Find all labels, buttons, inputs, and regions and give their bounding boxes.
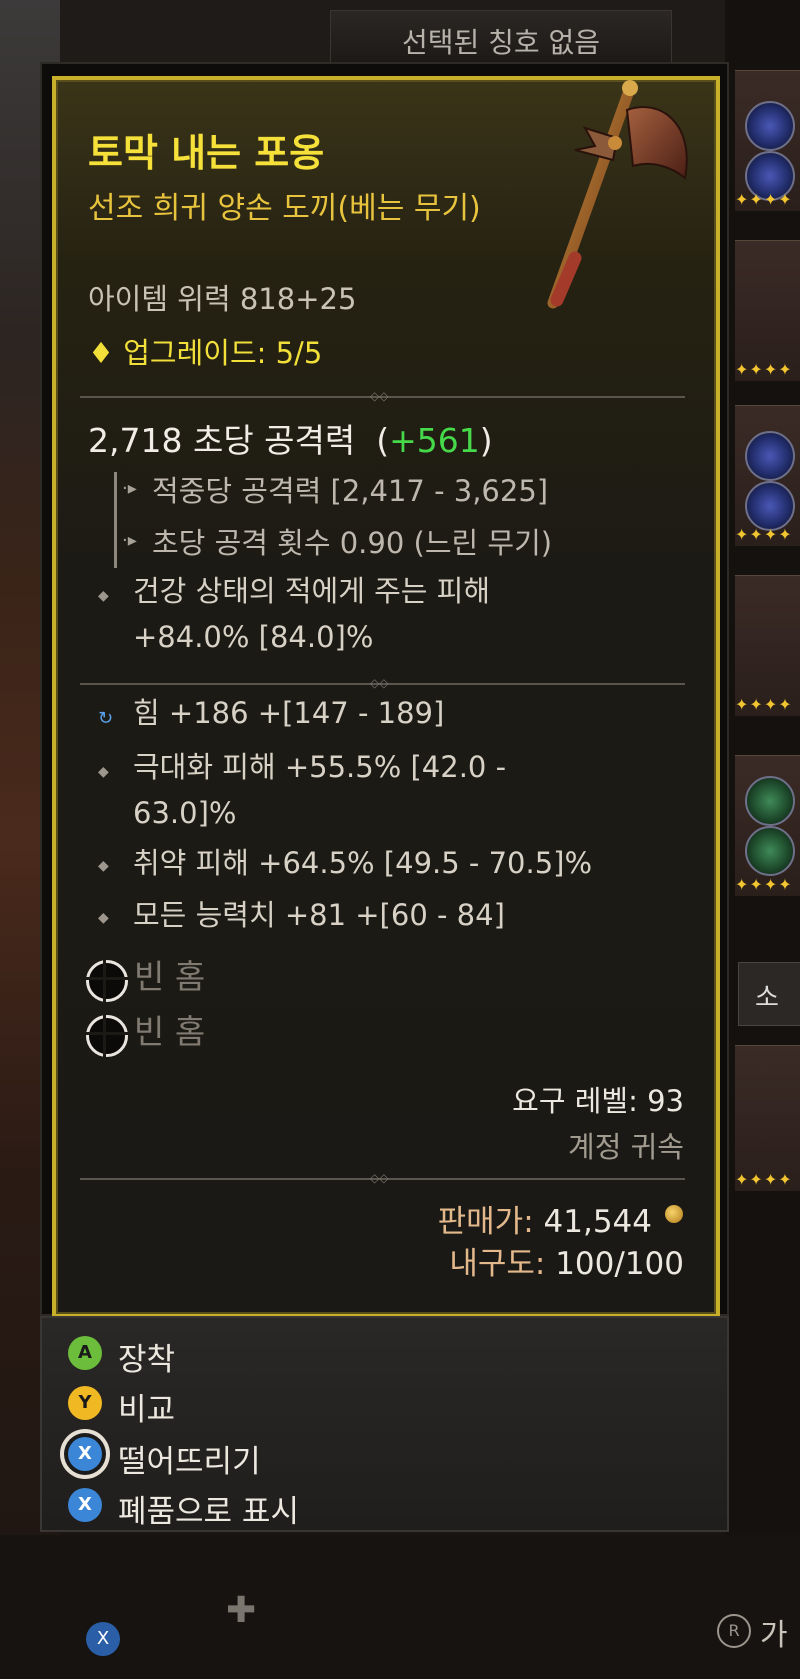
account-bound: 계정 귀속 xyxy=(568,1130,684,1164)
affix-3: 취약 피해 +64.5% [49.5 - 70.5]% xyxy=(133,846,593,880)
required-level: 요구 레벨: 93 xyxy=(512,1084,684,1118)
upgrade-diamond-icon: ♦ xyxy=(88,336,124,370)
socket-label: 빈 홈 xyxy=(134,1012,206,1051)
gem-socket-icon xyxy=(745,431,795,481)
sub-stat-arrow-icon: ·▸ xyxy=(122,530,137,551)
item-upgrade: ♦ 업그레이드: 5/5 xyxy=(88,330,322,372)
equipment-slot-2[interactable]: ✦✦✦✦ xyxy=(735,240,800,381)
gem-socket-icon xyxy=(745,481,795,531)
divider: ◇◇ xyxy=(80,676,685,690)
compare-action[interactable]: 비교 xyxy=(118,1384,175,1429)
gem-socket-icon xyxy=(745,101,795,151)
greater-affix-icon: ↻ xyxy=(98,708,114,729)
quality-stars-icon: ✦✦✦✦ xyxy=(735,190,793,209)
x-hold-button-icon[interactable]: X xyxy=(68,1437,102,1471)
dps-value: 2,718 초당 공격력 xyxy=(88,421,356,460)
drop-action[interactable]: 떨어뜨리기 xyxy=(118,1436,261,1481)
item-power: 아이템 위력 818+25 xyxy=(88,282,357,316)
right-tab[interactable]: 소 xyxy=(738,962,800,1026)
x-button-icon[interactable]: X xyxy=(68,1488,102,1522)
dps-gain: +561 xyxy=(389,421,480,460)
item-name: 토막 내는 포옹 xyxy=(88,131,325,175)
sell-price: 판매가: 41,544 xyxy=(438,1196,652,1241)
y-button-icon[interactable]: Y xyxy=(68,1386,102,1420)
equipment-slot-1[interactable]: ✦✦✦✦ xyxy=(735,70,800,211)
affix-bullet-icon: ◆ xyxy=(98,910,109,926)
affix-bullet-icon: ◆ xyxy=(98,858,109,874)
sell-value: 41,544 xyxy=(543,1204,652,1240)
quality-stars-icon: ✦✦✦✦ xyxy=(735,360,793,379)
mark-as-junk-action[interactable]: 폐품으로 표시 xyxy=(118,1486,299,1531)
damage-per-hit: 적중당 공격력 [2,417 - 3,625] xyxy=(152,474,549,508)
affix-2: 극대화 피해 +55.5% [42.0 - 63.0]% xyxy=(133,750,507,830)
affix-4: 모든 능력치 +81 +[60 - 84] xyxy=(133,898,505,932)
socket-label: 빈 홈 xyxy=(134,957,206,996)
stat-bracket xyxy=(114,472,117,568)
divider: ◇◇ xyxy=(80,1171,685,1185)
implicit-affix: 건강 상태의 적에게 주는 피해 +84.0% [84.0]% xyxy=(133,574,491,654)
two-handed-axe-icon xyxy=(547,80,688,309)
quality-stars-icon: ✦✦✦✦ xyxy=(735,1170,793,1189)
divider: ◇◇ xyxy=(80,389,685,403)
durability-value: 100/100 xyxy=(555,1246,684,1282)
title-selector[interactable]: 선택된 칭호 없음 xyxy=(330,10,672,64)
plus-icon: ✚ xyxy=(226,1590,257,1631)
a-button-icon[interactable]: A xyxy=(68,1336,102,1370)
affix-bullet-icon: ◆ xyxy=(98,588,109,604)
empty-socket-icon xyxy=(80,954,132,1006)
bottom-bar xyxy=(0,1535,800,1679)
quality-stars-icon: ✦✦✦✦ xyxy=(735,695,793,714)
attack-speed: 초당 공격 횟수 0.90 (느린 무기) xyxy=(152,526,553,560)
durability-label: 내구도: xyxy=(449,1246,546,1282)
dps-line: 2,718 초당 공격력 (+561) xyxy=(88,421,493,460)
equipment-slot-5[interactable]: ✦✦✦✦ xyxy=(735,755,800,896)
gem-socket-icon xyxy=(745,776,795,826)
title-selector-label: 선택된 칭호 없음 xyxy=(401,26,601,59)
equipment-slot-6[interactable]: ✦✦✦✦ xyxy=(735,1045,800,1191)
right-tab-label: 소 xyxy=(755,983,779,1013)
sub-stat-arrow-icon: ·▸ xyxy=(122,478,137,499)
equip-action[interactable]: 장착 xyxy=(118,1334,175,1379)
item-type: 선조 희귀 양손 도끼(베는 무기) xyxy=(88,191,481,226)
affix-1: 힘 +186 +[147 - 189] xyxy=(133,696,445,730)
quality-stars-icon: ✦✦✦✦ xyxy=(735,875,793,894)
sell-label: 판매가: xyxy=(437,1204,534,1240)
equipment-slot-4[interactable]: ✦✦✦✦ xyxy=(735,575,800,716)
gold-coin-icon xyxy=(665,1205,683,1223)
empty-socket-icon xyxy=(80,1009,132,1061)
item-upgrade-text: 업그레이드: 5/5 xyxy=(123,336,323,370)
durability: 내구도: 100/100 xyxy=(449,1238,684,1283)
equipment-slot-3[interactable]: ✦✦✦✦ xyxy=(735,405,800,546)
r-button-label: 가 xyxy=(760,1618,788,1653)
affix-bullet-icon: ◆ xyxy=(98,764,109,780)
r-button-icon[interactable]: R xyxy=(717,1614,751,1648)
gem-socket-icon xyxy=(745,826,795,876)
x-button-icon[interactable]: X xyxy=(86,1622,120,1656)
quality-stars-icon: ✦✦✦✦ xyxy=(735,525,793,544)
